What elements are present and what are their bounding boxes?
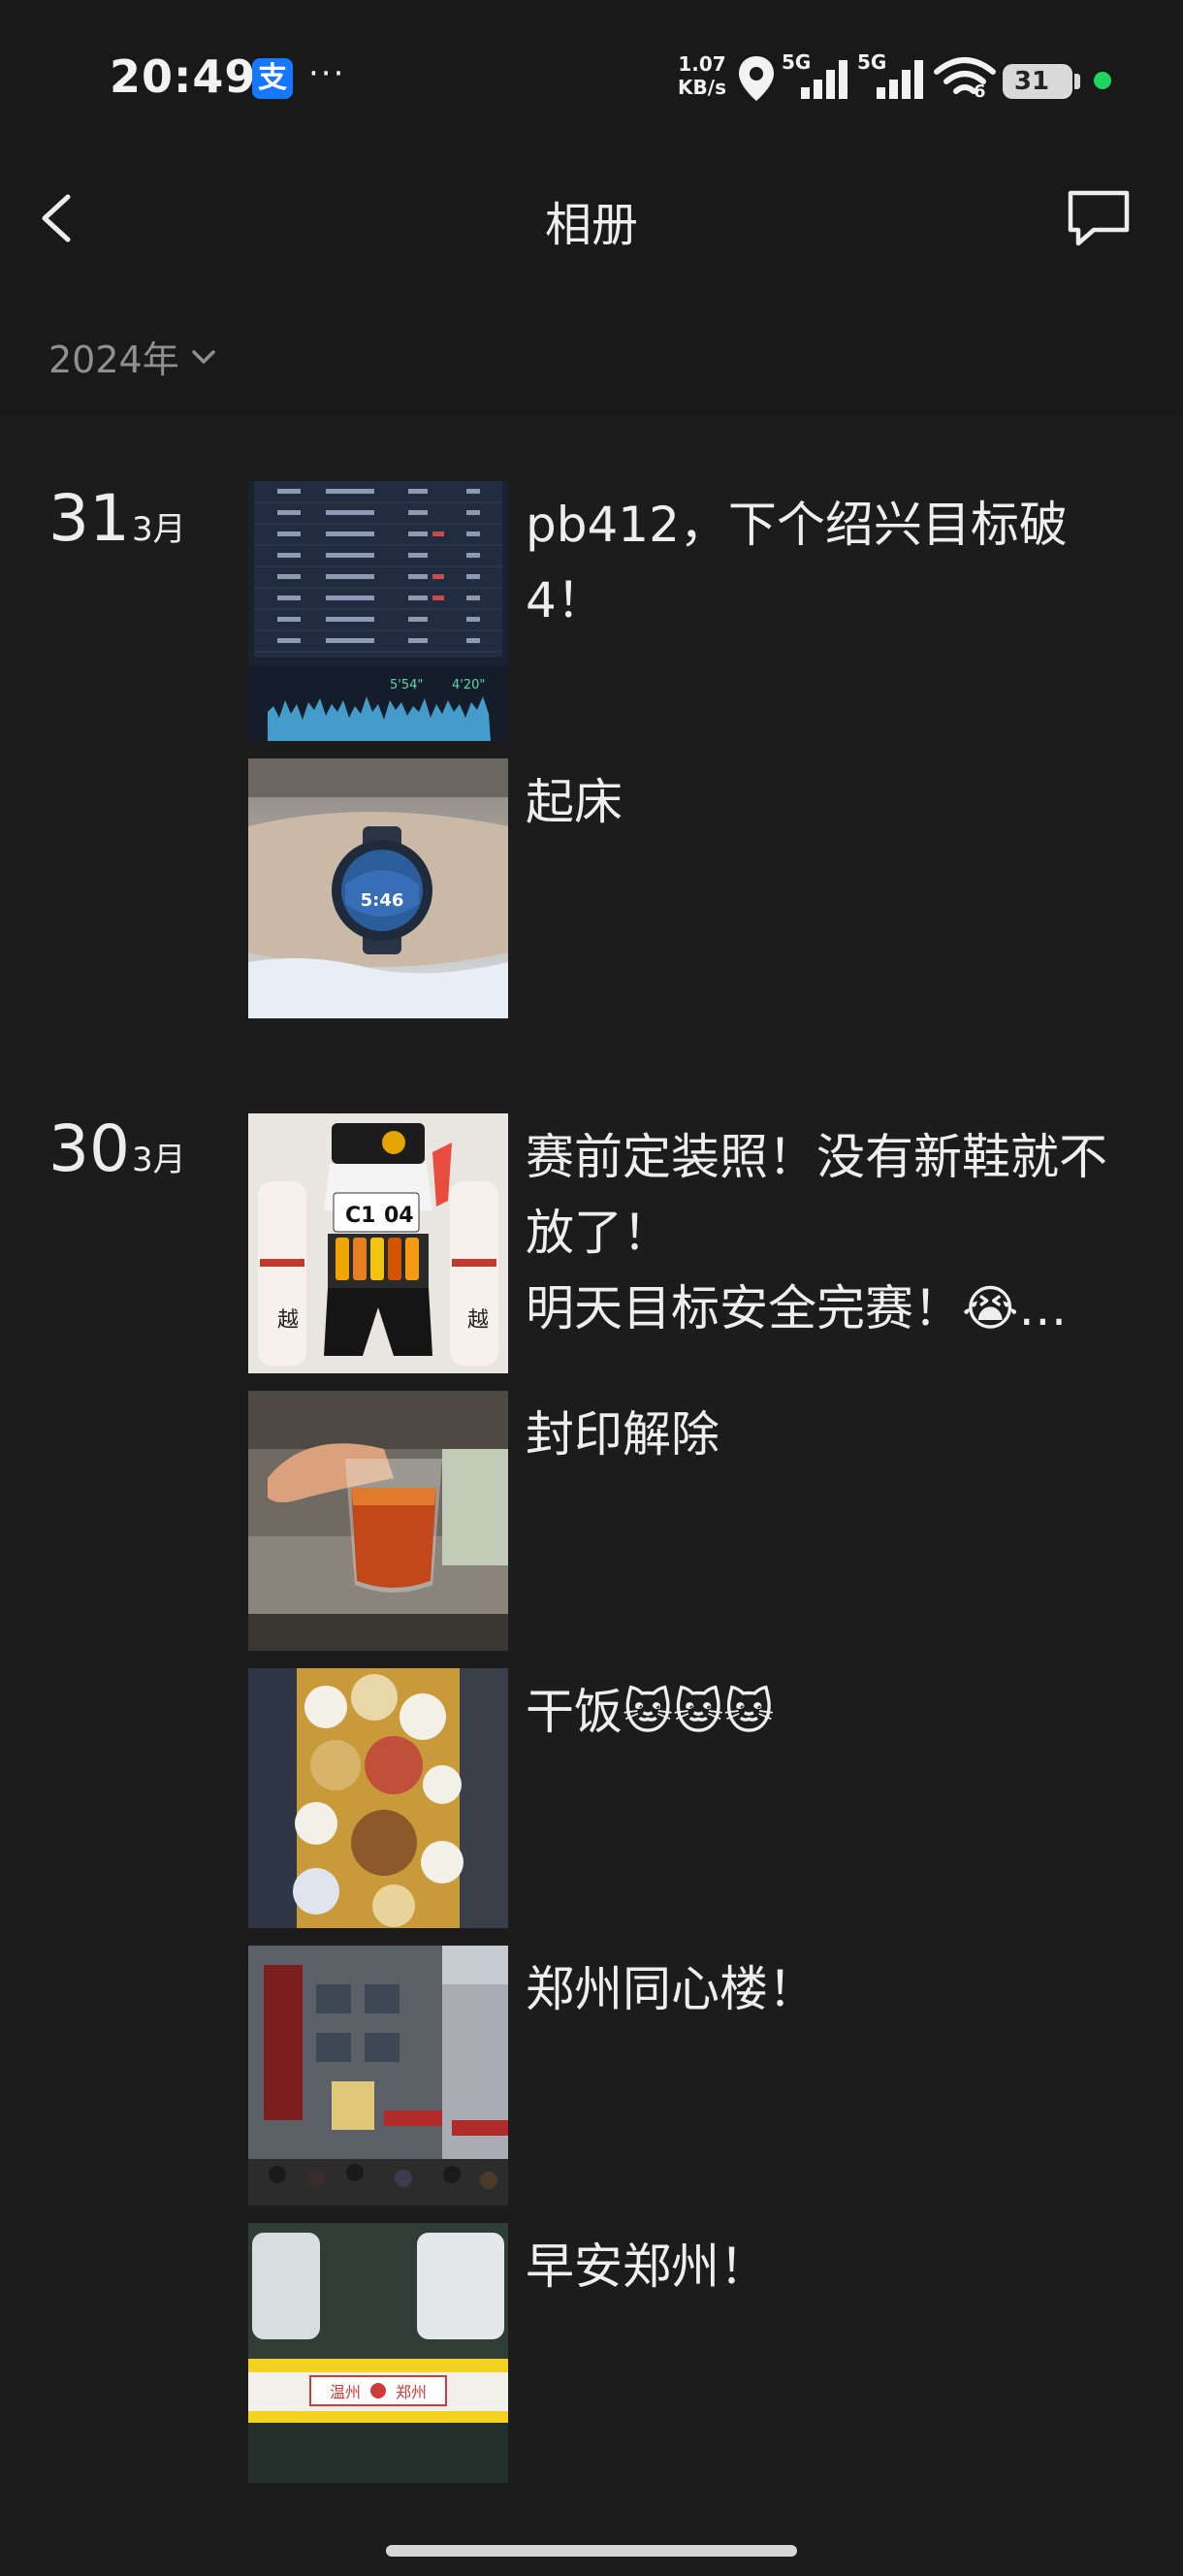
network-speed-value: 1.07 [678,52,726,76]
album-post[interactable]: 越 越 C1 04 赛前定装照！没有新鞋就不 放了！ 明天目标安全完赛！😭… [248,1113,1179,1373]
running-stats-thumbnail[interactable]: 5'54" 4'20" [248,481,508,741]
date-day: 31 [48,481,130,556]
train-car-thumbnail[interactable]: 温州 郑州 [248,2223,508,2483]
dinner-table-thumbnail[interactable] [248,1668,508,1928]
chevron-down-icon [191,349,215,364]
pace-label: 4'20" [452,678,485,692]
watch-time: 5:46 [361,890,404,911]
privacy-dot [1094,72,1111,89]
album-post[interactable]: 郑州同心楼！ [248,1946,1179,2206]
status-bar: 20:49 支 ··· 1.07 KB/s 5G 5G 6 31 [0,0,1183,155]
svg-text:越: 越 [467,1308,489,1333]
train-sign-destination: 郑州 [396,2383,427,2401]
album-list: 31 3月 5'54" 4'20" pb412，下个绍兴目标破 4！ 5:46 … [0,417,1183,2576]
post-caption: 封印解除 [526,1406,719,1463]
race-bib-number-2: 04 [384,1204,414,1228]
pace-label: 5'54" [390,678,423,692]
svg-text:越: 越 [277,1308,299,1333]
restaurant-building-thumbnail[interactable] [248,1946,508,2206]
date-day: 30 [48,1111,130,1186]
back-button[interactable] [35,189,93,247]
more-icon: ··· [308,54,346,93]
battery-icon: 31 [1003,64,1072,99]
post-caption: 起床 [526,774,623,830]
year-filter-dropdown[interactable]: 2024年 [48,330,216,383]
alipay-icon: 支 [252,58,293,99]
album-post[interactable]: 温州 郑州 早安郑州！ [248,2223,1179,2483]
beer-glass-thumbnail[interactable] [248,1391,508,1651]
location-icon [739,56,774,101]
year-filter-bar: 2024年 [0,281,1183,417]
battery-tip [1074,74,1080,89]
signal-5g-icon: 5G [782,50,855,101]
album-post[interactable]: 5'54" 4'20" pb412，下个绍兴目标破 4！ [248,481,1179,741]
wifi-badge: 6 [974,81,986,102]
race-bib-number: C1 [345,1204,375,1228]
chevron-left-icon [42,194,71,242]
date-month: 3月 [131,510,186,549]
post-caption: 赛前定装照！没有新鞋就不 放了！ 明天目标安全完赛！😭… [526,1129,1107,1336]
album-post[interactable]: 5:46 起床 [248,758,1179,1018]
status-time: 20:49 [110,50,257,103]
home-indicator[interactable] [386,2545,797,2557]
date-month: 3月 [131,1141,186,1179]
post-caption: 郑州同心楼！ [526,1961,816,2017]
network-speed-unit: KB/s [678,76,726,99]
post-caption: 干饭🐱🐱🐱 [526,1684,775,1740]
train-sign-origin: 温州 [330,2383,361,2401]
signal-5g-icon: 5G [857,50,931,101]
date-header: 31 3月 [48,481,186,556]
album-post[interactable]: 干饭🐱🐱🐱 [248,1668,1179,1928]
year-label: 2024年 [48,338,179,381]
chat-bubble-icon [1068,190,1130,246]
post-caption: pb412，下个绍兴目标破 4！ [526,497,1068,628]
wifi-icon: 6 [933,54,997,103]
post-caption: 早安郑州！ [526,2238,768,2295]
battery-level: 31 [1013,67,1050,96]
page-title: 相册 [544,198,638,252]
nav-bar: 相册 [0,155,1183,281]
wrist-watch-thumbnail[interactable]: 5:46 [248,758,508,1018]
album-post[interactable]: 封印解除 [248,1391,1179,1651]
network-speed: 1.07 KB/s [673,52,731,99]
date-header: 30 3月 [48,1111,186,1186]
comment-button[interactable] [1065,187,1133,249]
race-kit-thumbnail[interactable]: 越 越 C1 04 [248,1113,508,1373]
